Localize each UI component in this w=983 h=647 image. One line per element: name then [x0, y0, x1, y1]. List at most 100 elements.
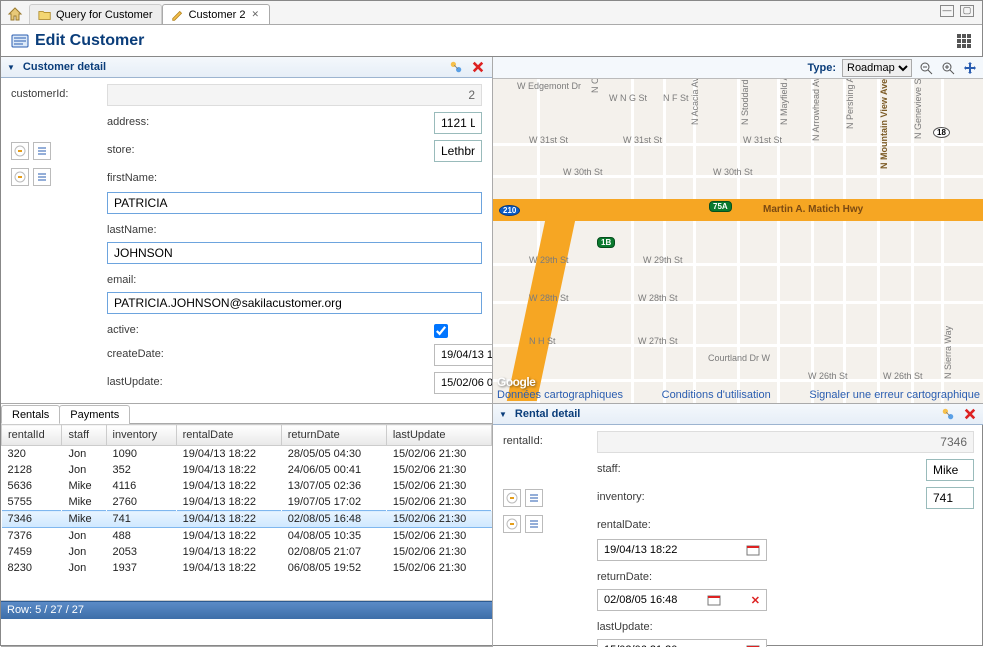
- table-cell: 7346: [2, 511, 62, 528]
- label-returnDate: returnDate:: [597, 567, 922, 583]
- link-icon[interactable]: [940, 406, 956, 422]
- table-cell: 320: [2, 446, 62, 463]
- street-label: W 27th St: [638, 336, 678, 346]
- tab-rentals[interactable]: Rentals: [1, 405, 60, 424]
- table-row[interactable]: 5636Mike411619/04/13 18:2213/07/05 02:36…: [2, 478, 492, 494]
- rentals-panel: Rentals Payments rentalIdstaffinventoryr…: [1, 404, 493, 647]
- column-header[interactable]: returnDate: [281, 425, 386, 446]
- map-report[interactable]: Signaler une erreur cartographique: [809, 389, 980, 401]
- rentalDate-field[interactable]: 19/04/13 18:22: [597, 539, 767, 561]
- table-row[interactable]: 7376Jon48819/04/13 18:2204/08/05 10:3515…: [2, 528, 492, 545]
- createDate-field[interactable]: 19/04/13 18:22: [434, 344, 493, 366]
- map-panel: Type: Roadmap: [493, 57, 983, 404]
- map-type-label: Type:: [807, 62, 836, 74]
- street-label: N Stoddard Ave: [740, 79, 750, 125]
- address-field[interactable]: [434, 112, 482, 134]
- customer-detail-header[interactable]: Customer detail: [1, 57, 492, 78]
- active-checkbox[interactable]: [434, 324, 448, 338]
- table-cell: 19/04/13 18:22: [176, 528, 281, 545]
- street-label: N Mayfield Ave: [779, 79, 789, 125]
- table-row[interactable]: 7459Jon205319/04/13 18:2202/08/05 21:071…: [2, 544, 492, 560]
- table-cell: 4116: [106, 478, 176, 494]
- section-title: Customer detail: [23, 61, 106, 73]
- clear-icon[interactable]: [11, 142, 29, 160]
- column-header[interactable]: staff: [62, 425, 106, 446]
- firstName-field[interactable]: [107, 192, 482, 214]
- table-cell: 1937: [106, 560, 176, 576]
- tab-customer-2[interactable]: Customer 2 ✕: [162, 4, 270, 24]
- rentalId-field: [597, 431, 974, 453]
- calendar-icon[interactable]: [707, 594, 721, 606]
- clear-icon[interactable]: [503, 515, 521, 533]
- delete-icon[interactable]: [962, 406, 978, 422]
- calendar-icon[interactable]: [746, 544, 760, 556]
- lastName-field[interactable]: [107, 242, 482, 264]
- column-header[interactable]: lastUpdate: [386, 425, 491, 446]
- list-icon[interactable]: [525, 489, 543, 507]
- customer-detail-panel: Customer detail customerId: address: sto…: [1, 57, 493, 404]
- table-cell: 19/04/13 18:22: [176, 478, 281, 494]
- table-cell: 15/02/06 21:30: [386, 528, 491, 545]
- street-label: N H St: [529, 336, 556, 346]
- zoom-in-icon[interactable]: [940, 60, 956, 76]
- table-cell: 19/04/13 18:22: [176, 494, 281, 511]
- column-header[interactable]: inventory: [106, 425, 176, 446]
- inventory-field[interactable]: [926, 487, 974, 509]
- returnDate-field[interactable]: 02/08/05 16:48 ✕: [597, 589, 767, 611]
- street-label: W 29th St: [643, 255, 683, 265]
- table-cell: 06/08/05 19:52: [281, 560, 386, 576]
- table-cell: 15/02/06 21:30: [386, 478, 491, 494]
- table-cell: Jon: [62, 544, 106, 560]
- map-surface[interactable]: W Edgemont Dr W N G St N F St W 31st St …: [493, 79, 983, 403]
- link-icon[interactable]: [448, 59, 464, 75]
- rentals-tabbar: Rentals Payments: [1, 404, 492, 424]
- list-icon[interactable]: [525, 515, 543, 533]
- email-field[interactable]: [107, 292, 482, 314]
- rentals-table-scroll[interactable]: rentalIdstaffinventoryrentalDatereturnDa…: [1, 424, 492, 601]
- staff-field[interactable]: [926, 459, 974, 481]
- list-icon[interactable]: [33, 142, 51, 160]
- table-row[interactable]: 320Jon109019/04/13 18:2228/05/05 04:3015…: [2, 446, 492, 463]
- store-field[interactable]: [434, 140, 482, 162]
- table-cell: 741: [106, 511, 176, 528]
- grid-icon[interactable]: [956, 33, 972, 49]
- clear-icon[interactable]: [503, 489, 521, 507]
- minimize-button[interactable]: —: [940, 5, 954, 17]
- street-label: W 28th St: [529, 293, 569, 303]
- table-row[interactable]: 2128Jon35219/04/13 18:2224/06/05 00:4115…: [2, 462, 492, 478]
- label-customerId: customerId:: [11, 84, 103, 106]
- street-label: W 30th St: [563, 167, 603, 177]
- table-cell: Jon: [62, 528, 106, 545]
- street-label: W 30th St: [713, 167, 753, 177]
- table-cell: 15/02/06 21:30: [386, 544, 491, 560]
- section-title: Rental detail: [515, 408, 580, 420]
- home-icon[interactable]: [7, 6, 23, 22]
- column-header[interactable]: rentalDate: [176, 425, 281, 446]
- column-header[interactable]: rentalId: [2, 425, 62, 446]
- returnDate-value: 02/08/05 16:48: [604, 594, 677, 606]
- clear-date-icon[interactable]: ✕: [751, 594, 760, 607]
- delete-icon[interactable]: [470, 59, 486, 75]
- map-type-select[interactable]: Roadmap: [842, 59, 912, 77]
- lastUpdate-field[interactable]: 15/02/06 04:57: [434, 372, 493, 394]
- table-row[interactable]: 5755Mike276019/04/13 18:2219/07/05 17:02…: [2, 494, 492, 511]
- maximize-button[interactable]: ▢: [960, 5, 974, 17]
- table-row[interactable]: 8230Jon193719/04/13 18:2206/08/05 19:521…: [2, 560, 492, 576]
- rental-detail-header[interactable]: Rental detail: [493, 404, 983, 425]
- table-cell: 19/04/13 18:22: [176, 560, 281, 576]
- tab-payments[interactable]: Payments: [59, 405, 130, 424]
- street-label: W 31st St: [743, 135, 782, 145]
- zoom-out-icon[interactable]: [918, 60, 934, 76]
- close-icon[interactable]: ✕: [249, 8, 261, 21]
- map-terms[interactable]: Conditions d'utilisation: [662, 389, 771, 401]
- table-cell: 19/04/13 18:22: [176, 446, 281, 463]
- pan-icon[interactable]: [962, 60, 978, 76]
- map-attribution[interactable]: Données cartographiques: [497, 389, 623, 401]
- table-cell: 15/02/06 21:30: [386, 560, 491, 576]
- pencil-icon: [171, 8, 185, 22]
- clear-icon[interactable]: [11, 168, 29, 186]
- table-row[interactable]: 7346Mike74119/04/13 18:2202/08/05 16:481…: [2, 511, 492, 528]
- tab-query-customer[interactable]: Query for Customer: [29, 4, 162, 24]
- table-cell: 04/08/05 10:35: [281, 528, 386, 545]
- list-icon[interactable]: [33, 168, 51, 186]
